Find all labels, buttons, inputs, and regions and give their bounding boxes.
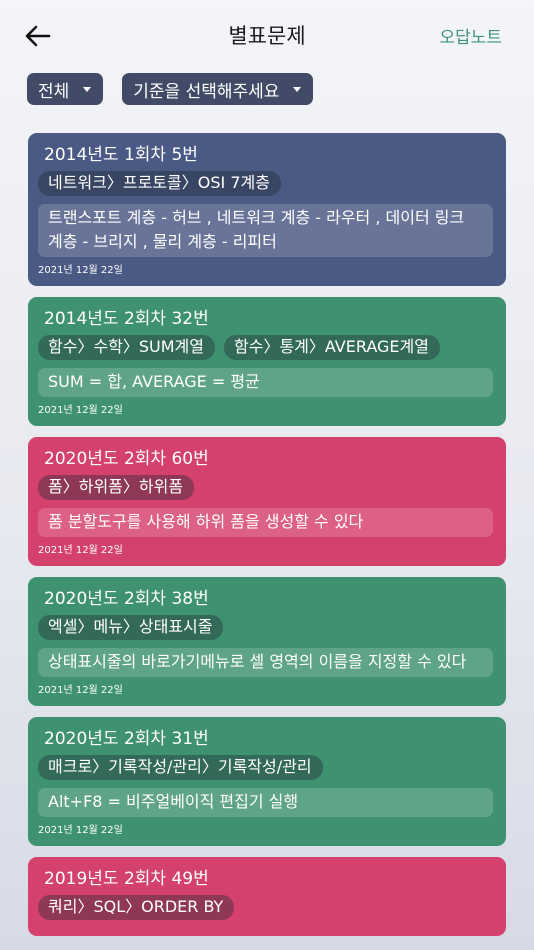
saved-date: 2021년 12월 22일 xyxy=(38,265,123,276)
topic-tag: 함수〉통계〉AVERAGE계열 xyxy=(224,335,440,360)
question-title: 2014년도 2회차 32번 xyxy=(44,309,209,329)
tag-list: 네트워크〉프로토콜〉OSI 7계층 xyxy=(38,171,493,196)
question-card[interactable]: 2014년도 2회차 32번 함수〉수학〉SUM계열 함수〉통계〉AVERAGE… xyxy=(28,297,506,426)
topic-tag: 함수〉수학〉SUM계열 xyxy=(38,335,215,360)
question-title: 2019년도 2회차 49번 xyxy=(44,869,209,889)
caret-down-icon xyxy=(293,86,302,92)
wrong-note-link[interactable]: 오답노트 xyxy=(439,23,502,48)
topic-tag: 네트워크〉프로토콜〉OSI 7계층 xyxy=(38,171,281,196)
saved-date: 2021년 12월 22일 xyxy=(38,545,123,556)
answer-summary: Alt+F8 = 비주얼베이직 편집기 실행 xyxy=(38,788,493,817)
topic-tag: 폼〉하위폼〉하위폼 xyxy=(38,475,195,500)
question-title: 2020년도 2회차 38번 xyxy=(44,589,209,609)
filter-bar: 전체 기준을 선택해주세요 xyxy=(27,73,314,105)
saved-date: 2021년 12월 22일 xyxy=(38,685,123,696)
question-title: 2020년도 2회차 60번 xyxy=(44,449,209,469)
tag-list: 매크로〉기록작성/관리〉기록작성/관리 xyxy=(38,755,493,780)
answer-summary: 폼 분할도구를 사용해 하위 폼을 생성할 수 있다 xyxy=(38,508,493,537)
category-dropdown-label: 전체 xyxy=(38,81,70,102)
tag-list: 폼〉하위폼〉하위폼 xyxy=(38,475,493,500)
question-card[interactable]: 2020년도 2회차 38번 엑셀〉메뉴〉상태표시줄 상태표시줄의 바로가기메뉴… xyxy=(28,577,506,706)
starred-question-list: 2014년도 1회차 5번 네트워크〉프로토콜〉OSI 7계층 트랜스포트 계층… xyxy=(28,133,506,947)
tag-list: 함수〉수학〉SUM계열 함수〉통계〉AVERAGE계열 xyxy=(38,335,493,360)
question-card[interactable]: 2019년도 2회차 49번 쿼리〉SQL〉ORDER BY xyxy=(28,857,506,936)
criteria-dropdown[interactable]: 기준을 선택해주세요 xyxy=(122,73,314,105)
answer-summary: 상태표시줄의 바로가기메뉴로 셀 영역의 이름을 지정할 수 있다 xyxy=(38,648,493,677)
tag-list: 엑셀〉메뉴〉상태표시줄 xyxy=(38,615,493,640)
app-header: 별표문제 오답노트 xyxy=(0,0,534,70)
question-title: 2020년도 2회차 31번 xyxy=(44,729,209,749)
topic-tag: 엑셀〉메뉴〉상태표시줄 xyxy=(38,615,224,640)
question-card[interactable]: 2020년도 2회차 31번 매크로〉기록작성/관리〉기록작성/관리 Alt+F… xyxy=(28,717,506,846)
answer-summary: SUM = 합, AVERAGE = 평균 xyxy=(38,368,493,397)
caret-down-icon xyxy=(83,86,92,92)
category-dropdown[interactable]: 전체 xyxy=(27,73,104,105)
question-card[interactable]: 2014년도 1회차 5번 네트워크〉프로토콜〉OSI 7계층 트랜스포트 계층… xyxy=(28,133,506,286)
question-title: 2014년도 1회차 5번 xyxy=(44,145,198,165)
saved-date: 2021년 12월 22일 xyxy=(38,405,123,416)
criteria-dropdown-label: 기준을 선택해주세요 xyxy=(133,81,280,102)
topic-tag: 매크로〉기록작성/관리〉기록작성/관리 xyxy=(38,755,323,780)
question-card[interactable]: 2020년도 2회차 60번 폼〉하위폼〉하위폼 폼 분할도구를 사용해 하위 … xyxy=(28,437,506,566)
tag-list: 쿼리〉SQL〉ORDER BY xyxy=(38,895,493,920)
topic-tag: 쿼리〉SQL〉ORDER BY xyxy=(38,895,235,920)
saved-date: 2021년 12월 22일 xyxy=(38,825,123,836)
answer-summary: 트랜스포트 계층 - 허브 , 네트워크 계층 - 라우터 , 데이터 링크 계… xyxy=(38,204,493,257)
